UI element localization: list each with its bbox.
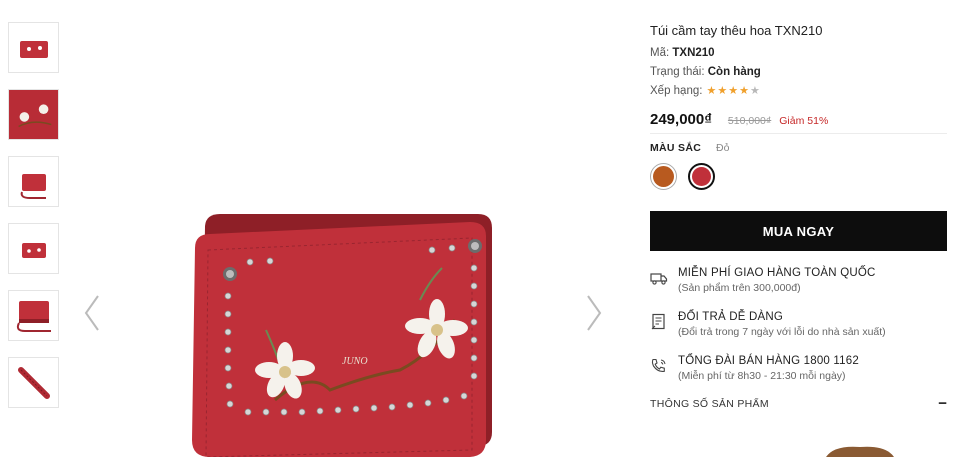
perk-sales-hotline: TỔNG ĐÀI BÁN HÀNG 1800 1162 (Miễn phí từ… bbox=[650, 355, 947, 389]
main-product-image: JUNO bbox=[192, 214, 492, 457]
prev-image-arrow-icon[interactable] bbox=[83, 294, 101, 332]
next-image-arrow-icon[interactable] bbox=[585, 294, 603, 332]
related-product-peek bbox=[826, 446, 894, 457]
truck-icon bbox=[650, 273, 668, 285]
thumb-small-front-view[interactable] bbox=[8, 223, 59, 274]
thumb-front-view[interactable] bbox=[8, 22, 59, 73]
thumb-side-strap-view[interactable] bbox=[8, 156, 59, 207]
perk-free-shipping: MIỄN PHÍ GIAO HÀNG TOÀN QUỐC (Sản phẩm t… bbox=[650, 267, 947, 301]
color-swatch-red[interactable] bbox=[688, 163, 715, 190]
star-icon: ★ bbox=[749, 84, 760, 97]
brand-logo: JUNO bbox=[342, 356, 368, 367]
buy-now-button[interactable]: MUA NGAY bbox=[650, 211, 947, 251]
thumb-open-view[interactable] bbox=[8, 290, 59, 341]
star-icon: ★ bbox=[717, 84, 728, 97]
product-code-value: TXN210 bbox=[672, 47, 715, 59]
product-status-value: Còn hàng bbox=[707, 66, 761, 78]
rating-stars: ★ ★ ★ ★ ★ bbox=[706, 84, 760, 97]
product-specs-toggle[interactable]: THÔNG SỐ SẢN PHẨM − bbox=[650, 395, 947, 412]
color-label: MÀU SẮC bbox=[650, 142, 702, 154]
star-icon: ★ bbox=[706, 84, 717, 97]
thumb-edge-view[interactable] bbox=[8, 357, 59, 408]
color-row: MÀU SẮC Đỏ bbox=[650, 142, 729, 154]
perk-subtitle: (Đổi trả trong 7 ngày với lỗi do nhà sản… bbox=[678, 326, 886, 338]
return-doc-icon bbox=[651, 313, 665, 330]
product-title: Túi cầm tay thêu hoa TXN210 bbox=[650, 23, 823, 38]
perk-easy-return: ĐỔI TRẢ DỄ DÀNG (Đổi trả trong 7 ngày vớ… bbox=[650, 311, 947, 345]
perk-title: ĐỔI TRẢ DỄ DÀNG bbox=[678, 311, 784, 323]
star-icon: ★ bbox=[739, 84, 749, 97]
product-rating: Xếp hạng: ★ ★ ★ ★ ★ bbox=[650, 85, 761, 97]
star-icon: ★ bbox=[728, 84, 739, 97]
product-status: Trạng thái: Còn hàng bbox=[650, 66, 761, 78]
specs-label: THÔNG SỐ SẢN PHẨM bbox=[650, 398, 769, 410]
color-swatch-brown[interactable] bbox=[650, 163, 677, 190]
collapse-icon[interactable]: − bbox=[938, 395, 947, 412]
product-rating-label: Xếp hạng: bbox=[650, 85, 703, 97]
perk-title: TỔNG ĐÀI BÁN HÀNG 1800 1162 bbox=[678, 355, 859, 367]
current-price: 249,000₫ bbox=[650, 111, 712, 128]
color-swatches bbox=[650, 163, 726, 190]
thumb-detail-view[interactable] bbox=[8, 89, 59, 140]
old-price: 510,000₫ bbox=[727, 115, 772, 127]
price-row: 249,000₫ 510,000₫ Giảm 51% bbox=[650, 111, 947, 134]
perk-subtitle: (Sản phẩm trên 300,000đ) bbox=[678, 282, 801, 294]
product-code: Mã: TXN210 bbox=[650, 47, 715, 59]
product-status-label: Trạng thái: bbox=[650, 66, 705, 78]
product-code-label: Mã: bbox=[650, 47, 670, 59]
perk-subtitle: (Miễn phí từ 8h30 - 21:30 mỗi ngày) bbox=[678, 370, 846, 382]
thumbnail-list bbox=[8, 22, 59, 424]
phone-support-icon bbox=[651, 358, 666, 373]
discount-badge: Giảm 51% bbox=[779, 115, 829, 127]
perk-title: MIỄN PHÍ GIAO HÀNG TOÀN QUỐC bbox=[678, 267, 876, 279]
color-value: Đỏ bbox=[716, 142, 730, 154]
